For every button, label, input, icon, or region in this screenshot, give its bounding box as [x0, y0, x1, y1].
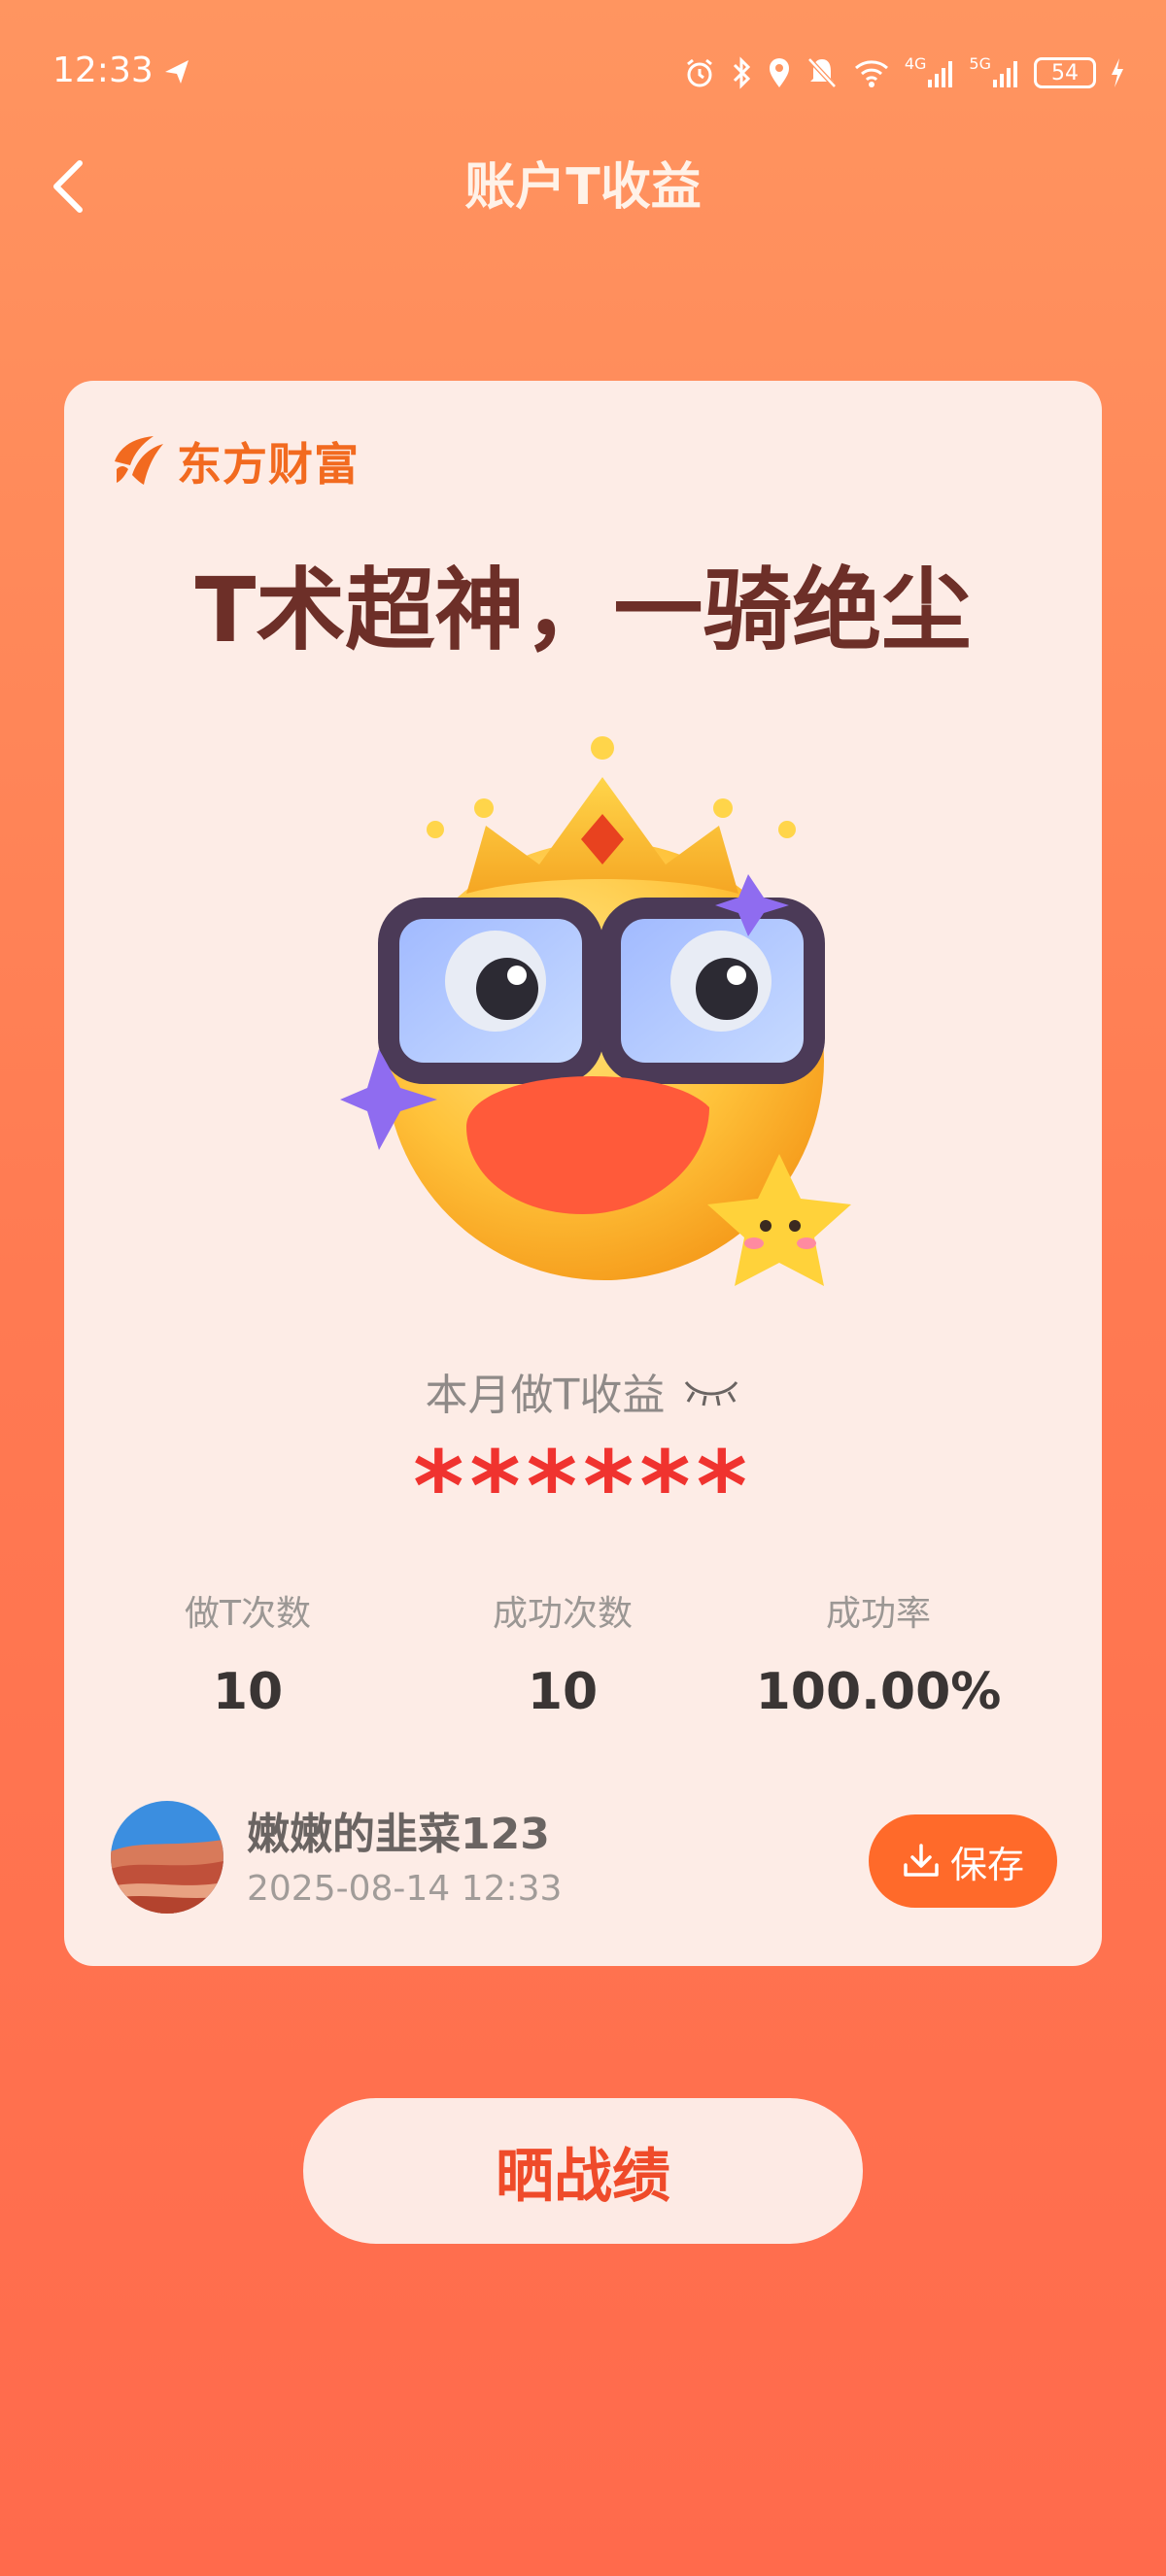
- download-icon: [904, 1844, 939, 1877]
- mute-icon: [807, 57, 837, 88]
- status-icons: 4G 5G 54: [683, 51, 1125, 95]
- user-date: 2025-08-14 12:33: [247, 1869, 563, 1909]
- stat-value: 10: [212, 1663, 284, 1721]
- navigation-icon: [165, 60, 189, 84]
- stat-label: 成功率: [825, 1594, 931, 1634]
- stat-label: 做T次数: [185, 1594, 311, 1634]
- signal-4g: 4G: [905, 56, 956, 89]
- user-name: 嫩嫩的韭菜123: [247, 1810, 550, 1859]
- avatar[interactable]: [111, 1801, 223, 1914]
- bluetooth-icon: [733, 56, 750, 89]
- share-results-button[interactable]: 晒战绩: [303, 2098, 863, 2244]
- stat-value: 10: [527, 1663, 599, 1721]
- brand-name: 东方财富: [177, 438, 360, 491]
- page-title: 账户T收益: [464, 158, 702, 217]
- signal-icon: [928, 61, 953, 87]
- earnings-label-row: 本月做T收益: [64, 1360, 1102, 1422]
- location-icon: [769, 58, 789, 87]
- stats-row: 做T次数 10 成功次数 10 成功率 100.00%: [64, 1585, 1102, 1721]
- stat-label: 成功次数: [492, 1594, 633, 1634]
- signal-5g: 5G: [969, 56, 1020, 89]
- stat-success-rate: 成功率 100.00%: [694, 1585, 1063, 1721]
- alarm-icon: [686, 58, 712, 87]
- eye-closed-icon[interactable]: [682, 1374, 740, 1407]
- save-label: 保存: [949, 1843, 1024, 1886]
- wifi-icon: [854, 60, 888, 87]
- battery-indicator: 54: [1034, 57, 1096, 88]
- signal-icon: [993, 61, 1017, 87]
- status-time: 12:33: [52, 51, 154, 90]
- stat-success-count: 成功次数 10: [431, 1585, 694, 1721]
- save-button[interactable]: 保存: [869, 1814, 1057, 1908]
- stat-value: 100.00%: [755, 1663, 1002, 1721]
- charging-icon: [1112, 58, 1123, 87]
- earnings-label: 本月做T收益: [425, 1371, 666, 1420]
- stat-trade-count: 做T次数 10: [64, 1585, 431, 1721]
- brand-logo-icon: [115, 436, 163, 485]
- brand: 东方财富: [109, 427, 360, 495]
- result-card: 东方财富 T术超神，一骑绝尘 本月做T收益 ****** 做T次数 10 成功次…: [64, 381, 1102, 1966]
- earnings-value-masked: ******: [413, 1430, 753, 1543]
- headline: T术超神，一骑绝尘: [194, 559, 972, 662]
- mascot-emoji-icon: [340, 736, 851, 1286]
